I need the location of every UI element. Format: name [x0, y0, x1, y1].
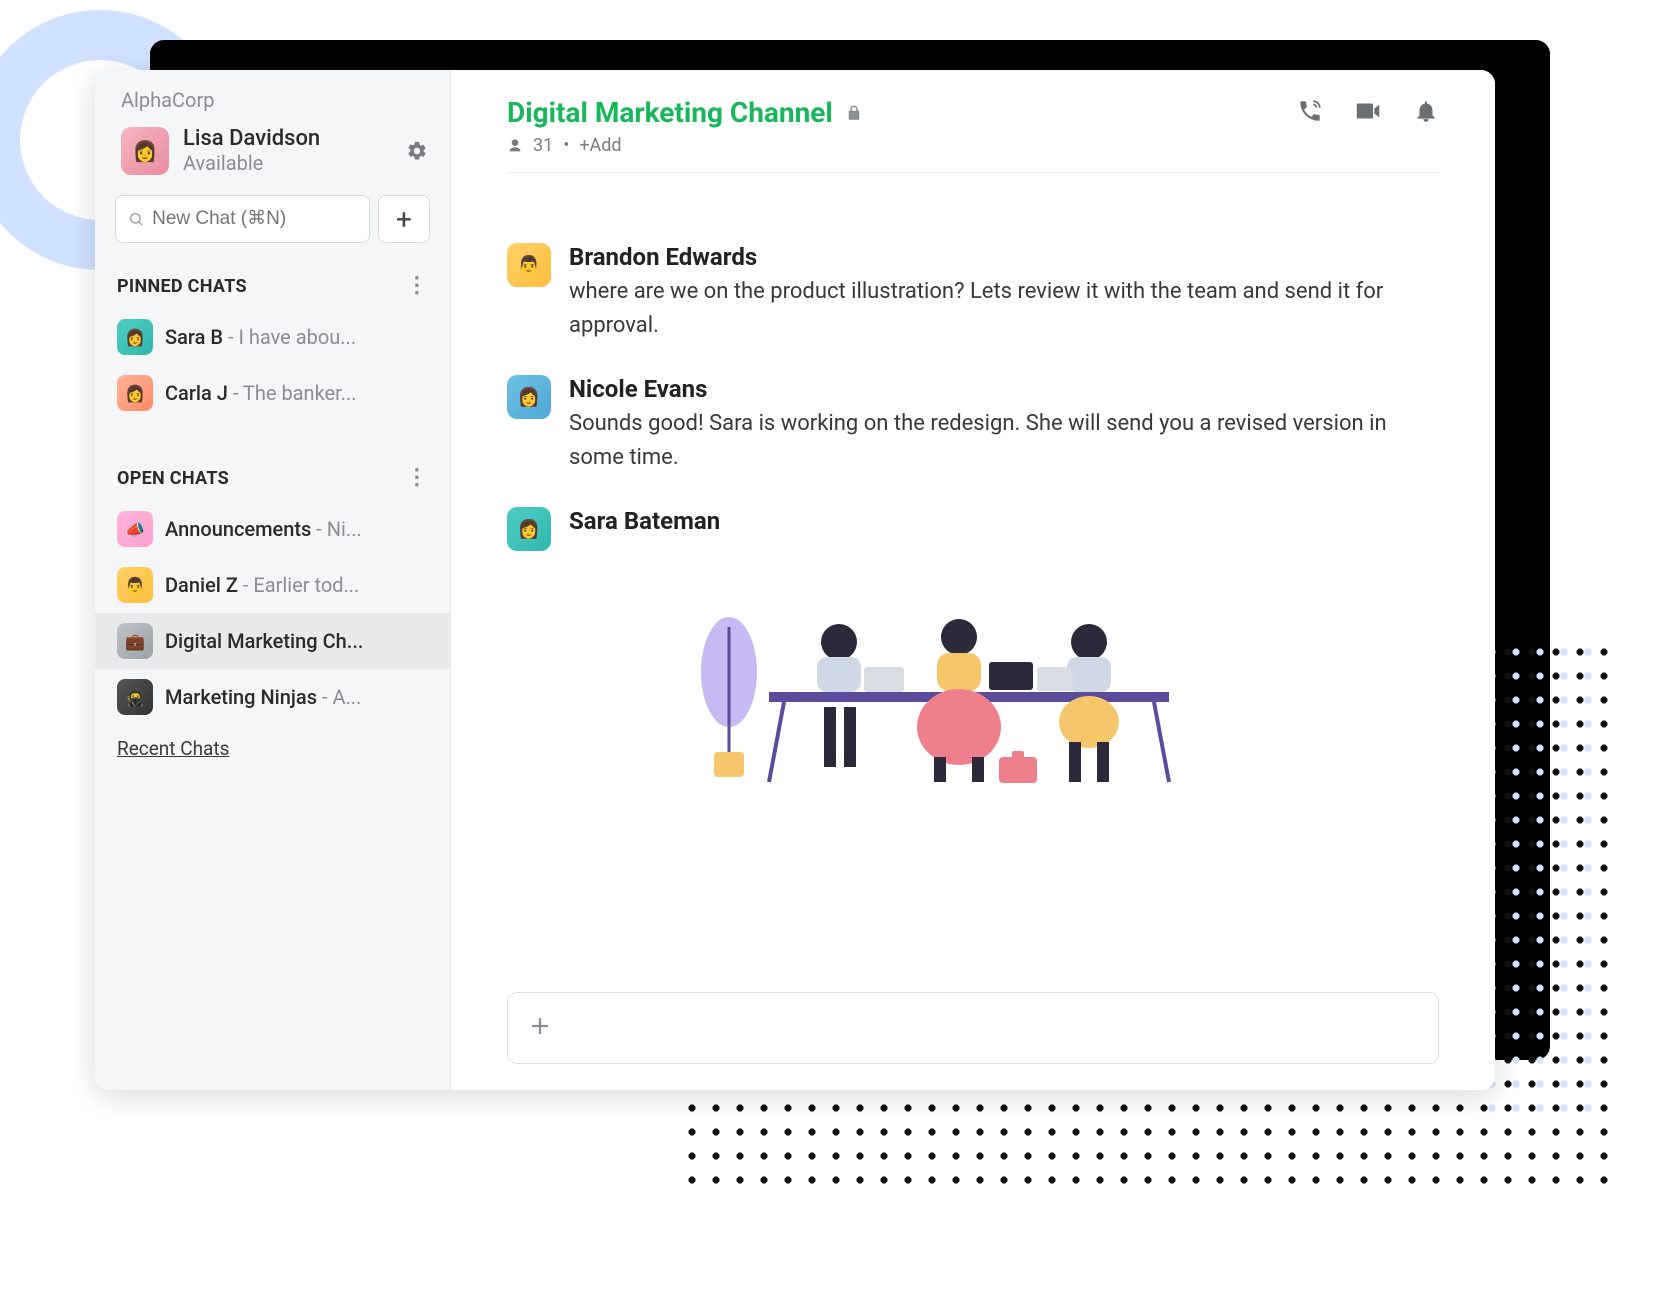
chat-item-daniel-z[interactable]: 👨 Daniel Z - Earlier tod... — [95, 557, 450, 613]
open-title: OPEN CHATS — [117, 468, 229, 489]
message-author: Nicole Evans — [569, 375, 1439, 403]
avatar: 👩 — [507, 507, 551, 551]
workspace-name: AlphaCorp — [95, 88, 450, 120]
channel-header: Digital Marketing Channel 31 • +Add — [507, 96, 1439, 173]
chat-item-digital-marketing[interactable]: 💼 Digital Marketing Ch... — [95, 613, 450, 669]
search-input-wrapper[interactable] — [115, 195, 370, 243]
chat-item-sara-b[interactable]: 👩 Sara B - I have abou... — [95, 309, 450, 365]
chat-item-marketing-ninjas[interactable]: 🥷 Marketing Ninjas - A... — [95, 669, 450, 725]
message-composer[interactable] — [507, 992, 1439, 1064]
chat-preview: - I have abou... — [223, 325, 356, 349]
lock-icon — [845, 104, 863, 122]
message-text: where are we on the product illustration… — [569, 275, 1439, 343]
avatar: 💼 — [117, 623, 153, 659]
avatar: 👩 — [117, 319, 153, 355]
avatar: 👨 — [117, 567, 153, 603]
chat-name: Sara B — [165, 325, 223, 349]
chat-name: Carla J — [165, 381, 228, 405]
message-illustration — [669, 557, 1249, 807]
avatar: 👩 — [507, 375, 551, 419]
avatar: 👩 — [117, 375, 153, 411]
profile-status: Available — [183, 151, 320, 175]
chat-name: Marketing Ninjas — [165, 685, 317, 709]
phone-icon — [1297, 98, 1323, 124]
pinned-title: PINNED CHATS — [117, 276, 247, 297]
composer-add-button[interactable] — [528, 1012, 552, 1045]
recent-chats-link[interactable]: Recent Chats — [95, 725, 450, 772]
open-section-header: OPEN CHATS ⋮ — [95, 449, 450, 501]
avatar: 📣 — [117, 511, 153, 547]
pinned-section-header: PINNED CHATS ⋮ — [95, 257, 450, 309]
plus-icon — [528, 1014, 552, 1038]
decorative-dot-grid-light — [1480, 640, 1600, 1120]
main-panel: Digital Marketing Channel 31 • +Add — [451, 70, 1495, 1090]
chat-item-announcements[interactable]: 📣 Announcements - Ni... — [95, 501, 450, 557]
message-author: Brandon Edwards — [569, 243, 1439, 271]
chat-preview: - A... — [317, 685, 361, 709]
search-icon — [128, 210, 144, 228]
message: 👩 Sara Bateman — [507, 507, 1439, 811]
pinned-menu-button[interactable]: ⋮ — [406, 275, 428, 297]
message-text: Sounds good! Sara is working on the rede… — [569, 407, 1439, 475]
sidebar: AlphaCorp 👩 Lisa Davidson Available + PI… — [95, 70, 451, 1090]
channel-title[interactable]: Digital Marketing Channel — [507, 96, 833, 129]
profile-row[interactable]: 👩 Lisa Davidson Available — [95, 120, 450, 187]
search-row: + — [95, 187, 450, 257]
chat-preview: - The banker... — [228, 381, 357, 405]
video-button[interactable] — [1353, 96, 1383, 126]
profile-name: Lisa Davidson — [183, 126, 320, 151]
chat-name: Digital Marketing Ch... — [165, 629, 363, 653]
call-button[interactable] — [1297, 98, 1323, 124]
add-member-button[interactable]: +Add — [579, 135, 621, 156]
channel-meta: 31 • +Add — [507, 135, 863, 156]
message-list: 👨 Brandon Edwards where are we on the pr… — [507, 173, 1439, 992]
video-icon — [1353, 96, 1383, 126]
message: 👩 Nicole Evans Sounds good! Sara is work… — [507, 375, 1439, 475]
channel-actions — [1297, 96, 1439, 126]
member-count: 31 — [533, 135, 553, 156]
person-icon — [507, 138, 523, 154]
chat-item-carla-j[interactable]: 👩 Carla J - The banker... — [95, 365, 450, 421]
avatar: 🥷 — [117, 679, 153, 715]
message: 👨 Brandon Edwards where are we on the pr… — [507, 243, 1439, 343]
new-chat-button[interactable]: + — [378, 195, 430, 243]
open-menu-button[interactable]: ⋮ — [406, 467, 428, 489]
gear-icon — [406, 140, 428, 162]
message-author: Sara Bateman — [569, 507, 1439, 535]
search-input[interactable] — [152, 208, 357, 230]
avatar: 👩 — [121, 127, 169, 175]
notifications-button[interactable] — [1413, 98, 1439, 124]
chat-preview: - Ni... — [311, 517, 361, 541]
bell-icon — [1413, 98, 1439, 124]
chat-preview: - Earlier tod... — [238, 573, 359, 597]
settings-button[interactable] — [402, 136, 432, 166]
chat-name: Announcements — [165, 517, 311, 541]
chat-name: Daniel Z — [165, 573, 238, 597]
avatar: 👨 — [507, 243, 551, 287]
app-window: AlphaCorp 👩 Lisa Davidson Available + PI… — [95, 70, 1495, 1090]
